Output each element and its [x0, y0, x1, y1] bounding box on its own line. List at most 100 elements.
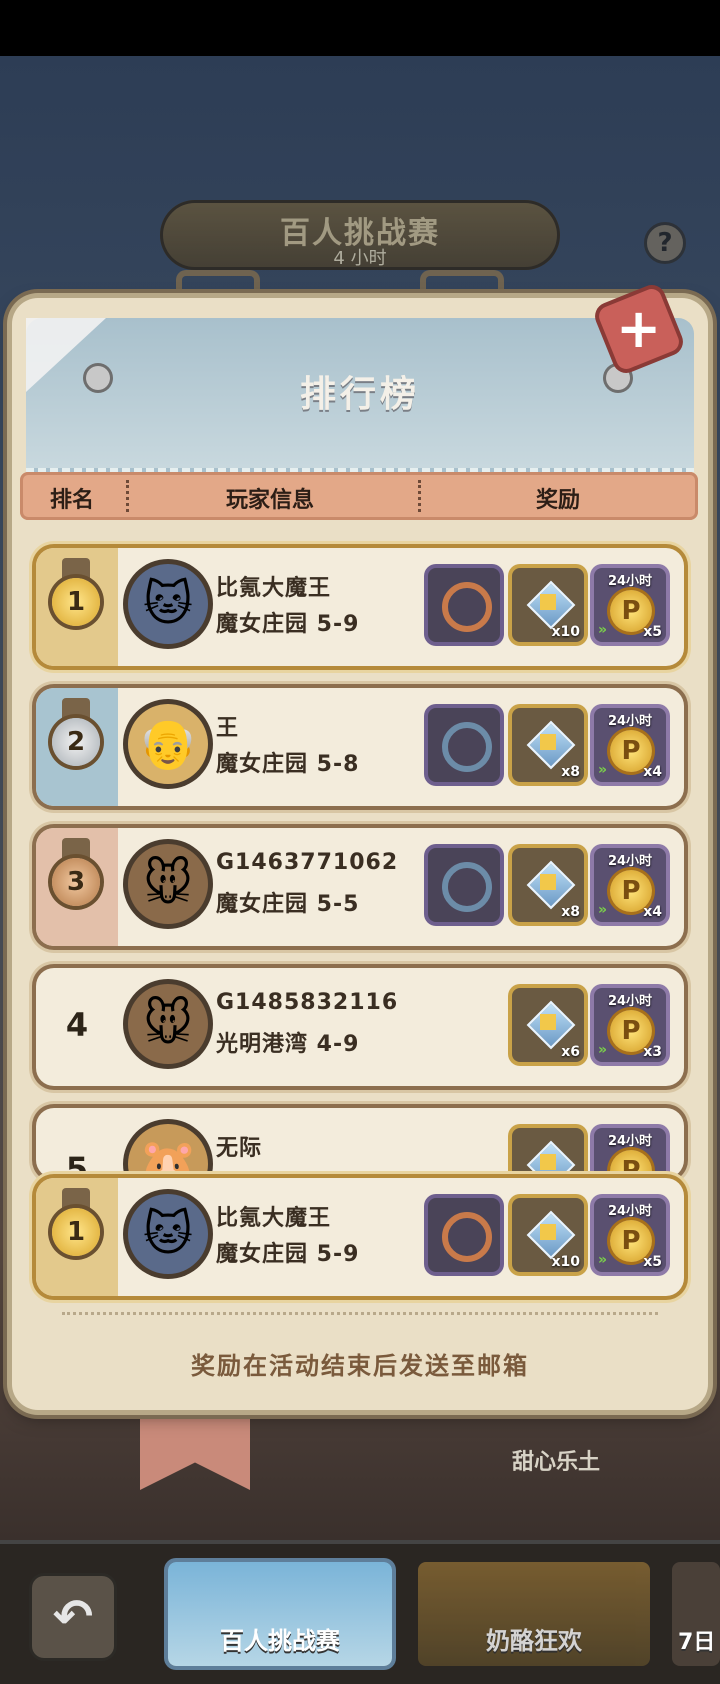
reward-notice: 奖励在活动结束后发送至邮箱	[191, 1352, 529, 1380]
player-level: 魔女庄园 5-8	[216, 752, 360, 777]
cube-core	[540, 1154, 556, 1170]
col-rank: 排名	[50, 488, 95, 513]
back-button[interactable]: ↶	[32, 1576, 114, 1658]
tab-seven-day[interactable]: 7日	[672, 1562, 720, 1666]
silver-medal-icon: 2	[52, 718, 100, 766]
reward-quantity: x4	[643, 904, 662, 920]
reward-quantity: x10	[551, 624, 580, 640]
tab-label: 7日	[678, 1630, 716, 1655]
status-bar	[0, 0, 720, 56]
rank-number: 5	[65, 1150, 89, 1178]
leaderboard-row[interactable]: 5 🐹 无际 24小时	[36, 1108, 684, 1178]
tab-cheese-carnival[interactable]: 奶酪狂欢	[418, 1562, 650, 1666]
avatar[interactable]: 🐭	[128, 844, 208, 924]
location-label: 甜心乐土	[512, 1450, 601, 1475]
reward-quantity: x5	[643, 624, 662, 640]
col-reward: 奖励	[536, 488, 581, 513]
boost-arrow-icon: »	[598, 762, 608, 778]
cube-reward[interactable]: x6	[512, 988, 584, 1062]
tab-hundred-challenge[interactable]: 百人挑战赛	[168, 1562, 392, 1666]
rank-cell: 2	[36, 688, 118, 806]
player-level: 魔女庄园 5-5	[216, 892, 360, 917]
medal-ribbon	[62, 698, 90, 718]
gold-medal-icon: 1	[52, 578, 100, 626]
gold-coin-icon	[610, 1150, 652, 1178]
event-timer: 4 小时	[333, 248, 387, 269]
player-level: 光明港湾 4-9	[216, 1032, 360, 1057]
avatar[interactable]: 🐱	[128, 564, 208, 644]
panel-title: 排行榜	[299, 374, 420, 415]
coin-duration: 24小时	[607, 714, 653, 729]
character-avatar-icon: 🐹	[138, 1136, 198, 1178]
coin-duration: 24小时	[607, 574, 653, 589]
medal-ribbon	[62, 838, 90, 858]
cube-reward[interactable]: x8	[512, 708, 584, 782]
cube-reward[interactable]	[512, 1128, 584, 1178]
gold-medal-icon: 1	[52, 1208, 100, 1256]
rank-cell: 3	[36, 828, 118, 946]
player-name: 比氪大魔王	[216, 576, 332, 601]
coin-reward[interactable]: 24小时 » x4	[594, 708, 666, 782]
boost-arrow-icon: »	[598, 622, 608, 638]
avatar[interactable]: 👴	[128, 704, 208, 784]
coin-reward[interactable]: 24小时 » x5	[594, 568, 666, 642]
player-name: 王	[216, 716, 240, 741]
leaderboard-row[interactable]: 1 🐱 比氪大魔王 魔女庄园 5-9 x10 24小时 » x5	[36, 548, 684, 666]
cube-core	[540, 594, 556, 610]
avatar-frame-icon	[442, 1212, 492, 1262]
event-banner: 百人挑战赛 4 小时	[160, 200, 560, 270]
player-level: 魔女庄园 5-9	[216, 612, 360, 637]
avatar-frame-icon	[442, 722, 492, 772]
reward-quantity: x5	[643, 1254, 662, 1270]
cube-core	[540, 734, 556, 750]
divider	[62, 1312, 658, 1315]
col-separator	[418, 480, 421, 512]
my-rank-row[interactable]: 1 🐱 比氪大魔王 魔女庄园 5-9 x10 24小时 » x5	[36, 1178, 684, 1296]
coin-duration: 24小时	[607, 994, 653, 1009]
coin-duration: 24小时	[607, 1134, 653, 1149]
reward-quantity: x3	[643, 1044, 662, 1060]
rank-cell: 1	[36, 548, 118, 666]
avatar[interactable]: 🐭	[128, 984, 208, 1064]
avatar-frame-icon	[442, 582, 492, 632]
tab-label: 奶酪狂欢	[486, 1627, 582, 1655]
coin-reward[interactable]: 24小时 » x3	[594, 988, 666, 1062]
help-button[interactable]: ?	[644, 222, 686, 264]
medal-ribbon	[62, 1188, 90, 1208]
cube-core	[540, 1014, 556, 1030]
boost-arrow-icon: »	[598, 902, 608, 918]
player-name: 无际	[216, 1136, 263, 1161]
coin-reward[interactable]: 24小时	[594, 1128, 666, 1178]
leaderboard-row[interactable]: 3 🐭 G1463771062 魔女庄园 5-5 x8 24小时 » x4	[36, 828, 684, 946]
coin-duration: 24小时	[607, 854, 653, 869]
rank-cell: 1	[36, 1178, 118, 1296]
mouse-avatar-icon: 🐭	[142, 856, 194, 912]
rank-number: 4	[65, 1006, 89, 1044]
avatar-frame-icon	[442, 862, 492, 912]
col-separator	[126, 480, 129, 512]
cube-reward[interactable]: x8	[512, 848, 584, 922]
coin-reward[interactable]: 24小时 » x5	[594, 1198, 666, 1272]
avatar-frame-reward[interactable]	[428, 568, 500, 642]
cube-core	[540, 874, 556, 890]
reward-quantity: x10	[551, 1254, 580, 1270]
coin-reward[interactable]: 24小时 » x4	[594, 848, 666, 922]
cube-reward[interactable]: x10	[512, 1198, 584, 1272]
column-header: 排名 玩家信息 奖励	[20, 472, 698, 520]
old-man-avatar-icon: 👴	[138, 716, 198, 772]
reward-quantity: x6	[561, 1044, 580, 1060]
avatar-frame-reward[interactable]	[428, 708, 500, 782]
avatar-frame-reward[interactable]	[428, 848, 500, 922]
cube-reward[interactable]: x10	[512, 568, 584, 642]
player-name: G1463771062	[216, 850, 399, 875]
boost-arrow-icon: »	[598, 1252, 608, 1268]
avatar-frame-reward[interactable]	[428, 1198, 500, 1272]
player-name: G1485832116	[216, 990, 399, 1015]
tab-label: 百人挑战赛	[220, 1627, 340, 1655]
cube-core	[540, 1224, 556, 1240]
avatar[interactable]: 🐱	[128, 1194, 208, 1274]
leaderboard-row[interactable]: 2 👴 王 魔女庄园 5-8 x8 24小时 » x4	[36, 688, 684, 806]
leaderboard-row[interactable]: 4 🐭 G1485832116 光明港湾 4-9 x6 24小时 » x3	[36, 968, 684, 1086]
mouse-avatar-icon: 🐭	[142, 996, 194, 1052]
avatar[interactable]: 🐹	[128, 1124, 208, 1178]
